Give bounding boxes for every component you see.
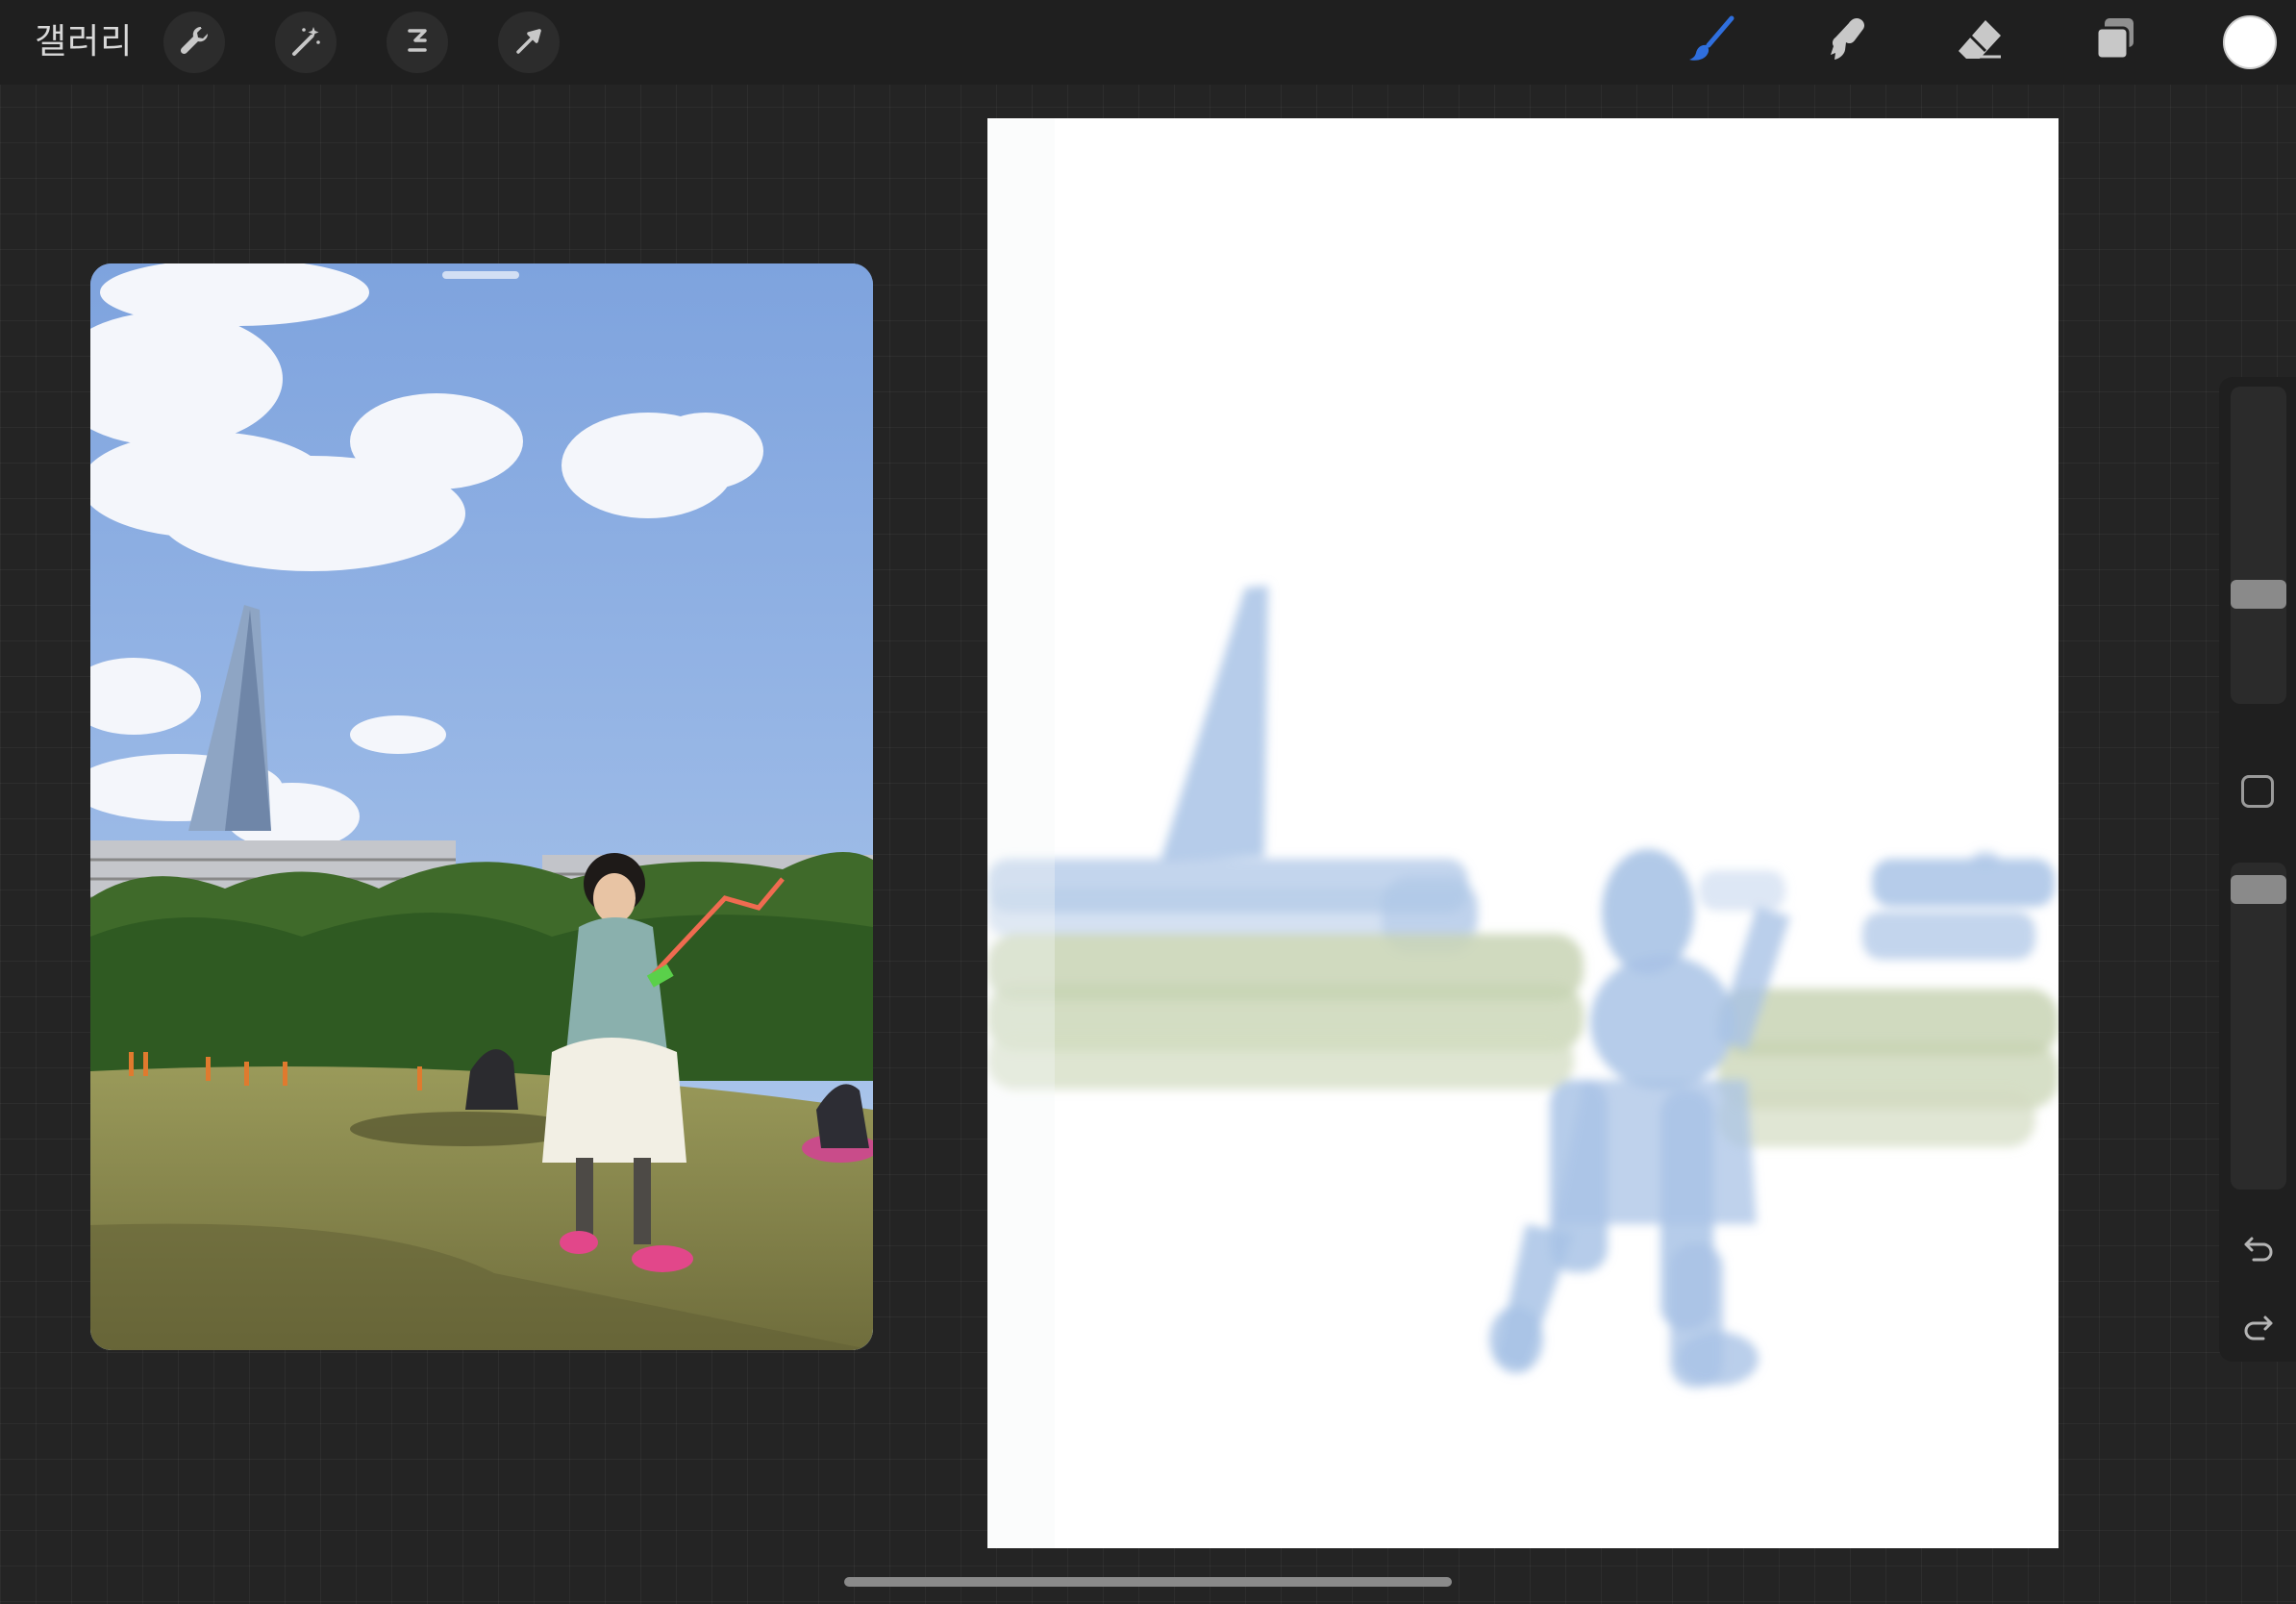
opacity-thumb[interactable] [2231, 875, 2286, 904]
modify-button[interactable] [2241, 775, 2274, 808]
smudge-button[interactable] [1817, 13, 1875, 71]
selection-icon [398, 21, 437, 64]
eraser-button[interactable] [1952, 13, 2009, 71]
brush-icon [1684, 13, 1739, 73]
color-picker-button[interactable] [2223, 15, 2277, 69]
selection-button[interactable] [387, 12, 448, 73]
opacity-slider[interactable] [2231, 863, 2286, 1190]
adjustments-button[interactable] [275, 12, 337, 73]
redo-button[interactable] [2238, 1306, 2279, 1346]
reference-drag-handle[interactable] [442, 271, 519, 279]
wrench-icon [175, 21, 213, 64]
side-bar [2219, 377, 2296, 1362]
drawing-canvas[interactable] [987, 118, 2059, 1548]
reference-window[interactable] [90, 263, 873, 1350]
magic-wand-icon [287, 21, 325, 64]
brush-button[interactable] [1683, 13, 1740, 71]
transform-arrow-icon [510, 21, 548, 64]
layers-button[interactable] [2086, 13, 2144, 71]
transform-button[interactable] [498, 12, 560, 73]
actions-button[interactable] [163, 12, 225, 73]
undo-icon [2238, 1237, 2279, 1271]
redo-icon [2238, 1316, 2279, 1350]
brush-size-slider[interactable] [2231, 387, 2286, 704]
canvas-artwork [987, 118, 2059, 1548]
gallery-button[interactable]: 갤러리 [35, 19, 133, 63]
eraser-icon [1953, 13, 2009, 73]
layers-icon [2087, 13, 2143, 73]
undo-button[interactable] [2238, 1227, 2279, 1267]
top-toolbar: 갤러리 [0, 0, 2296, 85]
home-indicator[interactable] [844, 1577, 1452, 1587]
reference-photo [90, 263, 873, 1350]
smudge-icon [1818, 13, 1874, 73]
brush-size-thumb[interactable] [2231, 580, 2286, 609]
